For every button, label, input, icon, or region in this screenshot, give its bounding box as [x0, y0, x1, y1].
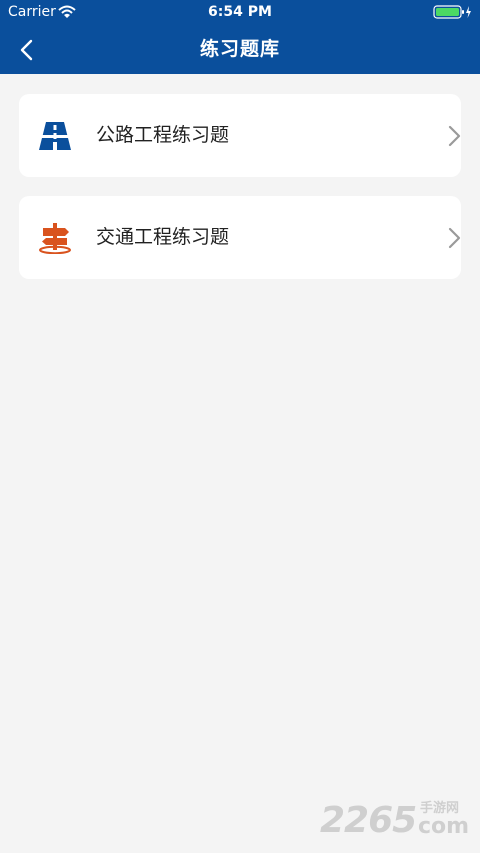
- navigation-bar: 练习题库: [0, 24, 480, 74]
- header: Carrier 6:54 PM 练习题库: [0, 0, 480, 74]
- battery-icon: [433, 5, 471, 19]
- chevron-right-icon: [448, 227, 461, 249]
- status-bar: Carrier 6:54 PM: [0, 0, 480, 24]
- clock: 6:54 PM: [208, 4, 272, 20]
- item-label: 交通工程练习题: [96, 226, 230, 248]
- page-title: 练习题库: [199, 38, 280, 60]
- list-item-highway-practice[interactable]: 公路工程练习题: [19, 94, 461, 177]
- chevron-right-icon: [448, 125, 461, 147]
- watermark-suffix: com: [418, 814, 470, 839]
- highway-icon: [39, 122, 71, 150]
- watermark-number: 2265: [320, 800, 417, 841]
- watermark-logo: 2265 手游网 com: [320, 799, 480, 843]
- list-item-traffic-practice[interactable]: 交通工程练习题: [19, 196, 461, 279]
- signpost-icon: [39, 223, 71, 254]
- item-label: 公路工程练习题: [96, 124, 230, 146]
